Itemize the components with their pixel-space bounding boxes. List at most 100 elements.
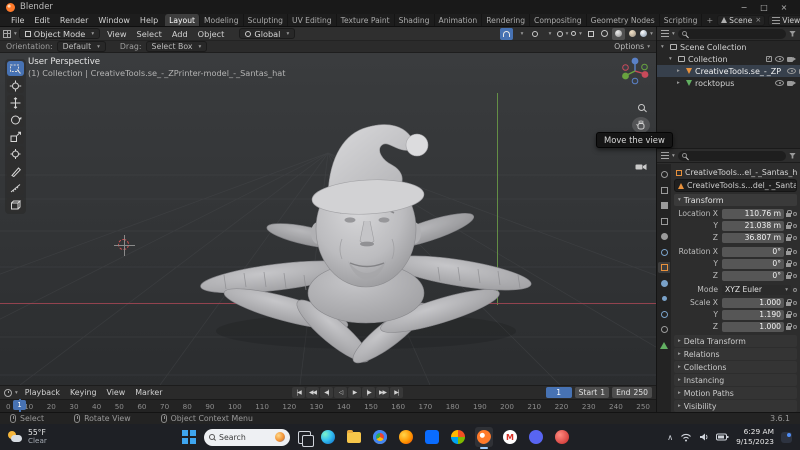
collapsed-panel-header[interactable]: ▸ Relations <box>674 348 797 360</box>
mode-dropdown[interactable]: Object Mode <box>19 28 100 39</box>
taskbar-firefox-icon[interactable] <box>397 427 415 447</box>
add-workspace-button[interactable]: + <box>702 16 717 25</box>
shading-material-button[interactable] <box>626 28 639 40</box>
properties-editor-icon[interactable] <box>661 152 669 159</box>
outliner-row-active-object[interactable]: ▸ CreativeTools.se_-_ZP <box>657 65 800 77</box>
number-field[interactable]: 0° <box>722 271 784 281</box>
tab-particles[interactable] <box>658 293 670 304</box>
menu-item[interactable]: Window <box>93 16 135 25</box>
viewport-menu-item[interactable]: Select <box>132 29 167 39</box>
outliner-row-collection[interactable]: ▾ Collection ✓ <box>657 53 800 65</box>
viewport-menu-item[interactable]: Object <box>193 29 230 39</box>
move-tool[interactable] <box>7 95 24 110</box>
cursor-tool[interactable] <box>7 78 24 93</box>
number-field[interactable]: 1.190 <box>722 310 784 320</box>
number-field[interactable]: 36.807 m <box>722 233 784 243</box>
lock-icon[interactable] <box>786 326 791 330</box>
lock-icon[interactable] <box>786 263 791 267</box>
workspace-tab[interactable]: Modeling <box>200 14 244 27</box>
collapsed-panel-header[interactable]: ▸ Delta Transform <box>674 335 797 347</box>
disable-render-icon[interactable] <box>787 57 793 62</box>
collapsed-panel-header[interactable]: ▸ Collections <box>674 361 797 373</box>
taskbar-chrome-icon[interactable] <box>371 427 389 447</box>
transport-button[interactable]: ◀◀ <box>306 387 319 398</box>
animate-dot-icon[interactable] <box>793 274 797 278</box>
notification-icon[interactable] <box>781 432 792 443</box>
transform-orientation-dropdown[interactable]: Global <box>239 28 295 39</box>
battery-icon[interactable] <box>716 433 729 441</box>
viewport-menu-item[interactable]: View <box>102 29 131 39</box>
timeline-editor-dropdown[interactable] <box>4 387 18 399</box>
taskbar-app-icon[interactable] <box>553 427 571 447</box>
transport-button[interactable]: ▶| <box>390 387 403 398</box>
task-view-button[interactable] <box>298 431 311 444</box>
animate-dot-icon[interactable] <box>793 301 797 305</box>
scene-selector[interactable]: Scene × <box>717 15 765 26</box>
menu-item[interactable]: File <box>6 16 29 25</box>
transform-panel-header[interactable]: ▾ Transform <box>674 194 797 206</box>
tab-constraints[interactable] <box>658 324 670 335</box>
taskbar-search-input[interactable]: Search <box>204 429 290 446</box>
tab-scene[interactable] <box>658 231 670 242</box>
timeline-menu-item[interactable]: View <box>102 388 131 397</box>
annotate-tool[interactable] <box>7 163 24 178</box>
camera-view-button[interactable] <box>632 159 650 175</box>
lock-icon[interactable] <box>786 251 791 255</box>
viewport-menu-item[interactable]: Add <box>167 29 193 39</box>
workspace-tab[interactable]: Texture Paint <box>337 14 395 27</box>
frame-start-field[interactable]: Start 1 <box>575 387 609 398</box>
animate-dot-icon[interactable] <box>793 313 797 317</box>
frame-end-field[interactable]: End 250 <box>612 387 652 398</box>
animate-dot-icon[interactable] <box>793 250 797 254</box>
lock-icon[interactable] <box>786 237 791 241</box>
number-field[interactable]: 1.000 <box>722 322 784 332</box>
options-dropdown[interactable]: Options <box>614 42 650 51</box>
transport-button[interactable]: ◁ <box>334 387 347 398</box>
transform-tool[interactable] <box>7 146 24 161</box>
zoom-view-button[interactable] <box>632 99 650 115</box>
transport-button[interactable]: |▶ <box>362 387 375 398</box>
measure-tool[interactable] <box>7 180 24 195</box>
taskbar-gmail-icon[interactable]: M <box>501 427 519 447</box>
lock-icon[interactable] <box>786 275 791 279</box>
taskbar-discord-icon[interactable] <box>527 427 545 447</box>
hide-viewport-icon[interactable] <box>787 68 796 74</box>
menu-item[interactable]: Help <box>135 16 163 25</box>
lock-icon[interactable] <box>786 302 791 306</box>
show-overlays-toggle[interactable] <box>570 28 583 40</box>
maximize-button[interactable]: □ <box>754 3 774 12</box>
tab-render[interactable] <box>658 185 670 196</box>
viewport-canvas[interactable]: User Perspective (1) Collection | Creati… <box>0 53 656 385</box>
lock-icon[interactable] <box>786 314 791 318</box>
taskbar-edge-icon[interactable] <box>319 427 337 447</box>
transport-button[interactable]: ▶▶ <box>376 387 389 398</box>
taskbar-blender-icon[interactable] <box>475 427 493 447</box>
collapsed-panel-header[interactable]: ▸ Instancing <box>674 374 797 386</box>
properties-search-input[interactable] <box>678 151 786 161</box>
animate-dot-icon[interactable] <box>793 236 797 240</box>
taskbar-store-icon[interactable] <box>423 427 441 447</box>
hide-viewport-icon[interactable] <box>775 56 784 62</box>
lock-icon[interactable] <box>786 213 791 217</box>
close-button[interactable]: × <box>774 3 794 12</box>
orientation-dropdown[interactable]: Default <box>57 41 106 52</box>
timeline-ruler[interactable]: 0102030405060708090100110120130140150160… <box>0 399 656 412</box>
tab-output[interactable] <box>658 200 670 211</box>
workspace-tab[interactable]: Shading <box>395 14 435 27</box>
tab-physics[interactable] <box>658 309 670 320</box>
weather-widget[interactable]: 55°F Clear <box>8 429 47 446</box>
timeline-menu-item[interactable]: Keying <box>65 388 102 397</box>
rotation-mode-dropdown[interactable]: XYZ Euler <box>722 285 791 295</box>
timeline-menu-item[interactable]: Marker <box>130 388 167 397</box>
filter-icon[interactable] <box>789 153 796 159</box>
show-gizmo-toggle[interactable] <box>556 28 569 40</box>
tab-view-layer[interactable] <box>658 216 670 227</box>
scale-tool[interactable] <box>7 129 24 144</box>
outliner-editor-icon[interactable] <box>661 30 669 37</box>
editor-type-dropdown[interactable] <box>3 28 17 40</box>
transport-button[interactable]: |◀ <box>292 387 305 398</box>
animate-dot-icon[interactable] <box>793 212 797 216</box>
proportional-dropdown[interactable] <box>542 28 555 40</box>
model-rocktopus-santa-hat[interactable] <box>128 81 578 366</box>
collection-checkbox[interactable]: ✓ <box>766 56 772 62</box>
